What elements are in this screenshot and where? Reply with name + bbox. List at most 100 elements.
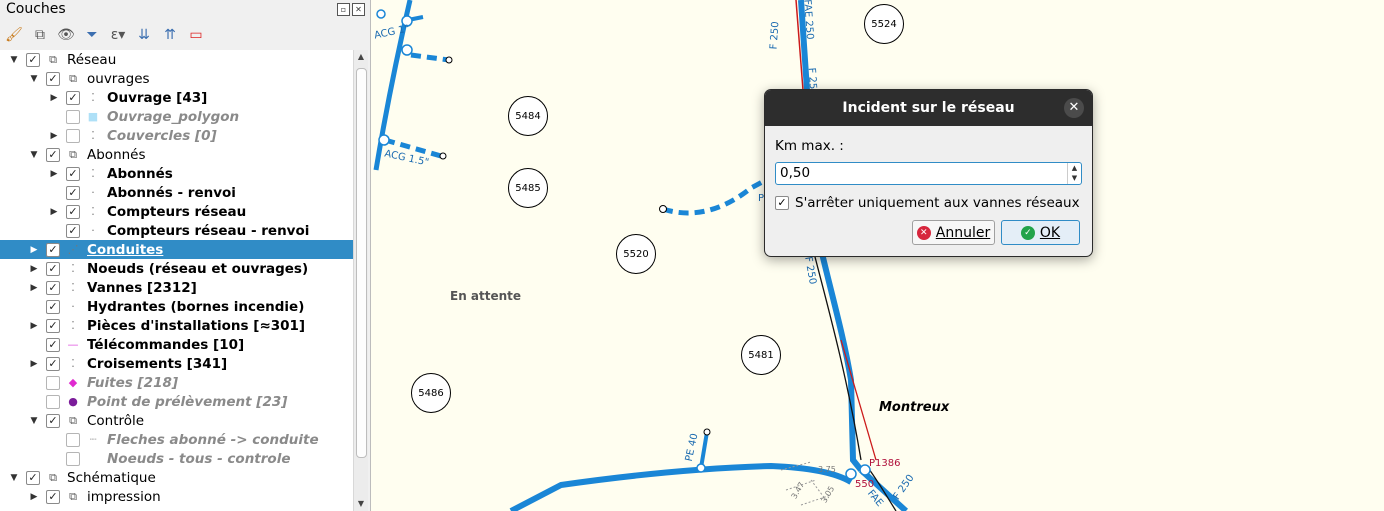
expand-arrow-icon[interactable]: ▶ bbox=[28, 321, 40, 331]
layer-visibility-checkbox[interactable]: ✓ bbox=[46, 337, 60, 352]
layer-label: Noeuds - tous - controle bbox=[107, 450, 291, 467]
collapse-arrow-icon[interactable]: ▼ bbox=[8, 55, 20, 65]
ok-button[interactable]: ✓ OK bbox=[1001, 220, 1080, 245]
layer-visibility-checkbox[interactable]: ✓ bbox=[26, 470, 40, 485]
layer-row[interactable]: ◆ Fuites [218] bbox=[0, 373, 353, 392]
layer-row[interactable]: ┈ Fleches abonné -> conduite bbox=[0, 430, 353, 449]
chamber-bubble[interactable]: 5485 bbox=[508, 168, 548, 208]
dotted-line-icon: ┈ bbox=[89, 433, 97, 446]
layer-visibility-checkbox[interactable]: ✓ bbox=[26, 52, 40, 67]
dialog-titlebar: Incident sur le réseau ✕ bbox=[765, 90, 1092, 126]
km-max-input[interactable] bbox=[776, 163, 1064, 182]
layer-visibility-checkbox[interactable]: ✓ bbox=[46, 280, 60, 295]
layer-visibility-checkbox[interactable]: ✓ bbox=[66, 166, 80, 181]
collapse-arrow-icon[interactable]: ▼ bbox=[28, 150, 40, 160]
expand-all-icon[interactable]: ⇊ bbox=[134, 26, 154, 44]
layer-visibility-checkbox[interactable] bbox=[66, 432, 80, 447]
scroll-up-icon[interactable]: ▲ bbox=[354, 50, 368, 64]
chamber-bubble[interactable]: 5484 bbox=[508, 96, 548, 136]
layer-label: Télécommandes [10] bbox=[87, 336, 245, 353]
layer-row[interactable]: ▶ ✓ ⋰ Conduites bbox=[0, 240, 353, 259]
layer-row[interactable]: ▶ ✓ ⁚ Compteurs réseau bbox=[0, 202, 353, 221]
layer-row[interactable]: ▼ ✓ ⧉ Schématique bbox=[0, 468, 353, 487]
layer-visibility-checkbox[interactable]: ✓ bbox=[46, 356, 60, 371]
layer-row[interactable]: ✓ — Télécommandes [10] bbox=[0, 335, 353, 354]
expand-arrow-icon[interactable]: ▶ bbox=[28, 359, 40, 369]
dot-icon: · bbox=[91, 224, 95, 237]
filter-icon[interactable]: ⏷ bbox=[82, 26, 102, 44]
layer-row[interactable]: ▶ ✓ ⧉ impression bbox=[0, 487, 353, 506]
close-icon[interactable]: ✕ bbox=[1064, 98, 1084, 118]
collapse-arrow-icon[interactable]: ▼ bbox=[8, 473, 20, 483]
spin-up-icon[interactable]: ▲ bbox=[1068, 163, 1081, 173]
layer-visibility-checkbox[interactable] bbox=[66, 128, 80, 143]
layer-row[interactable]: ✓ · Abonnés - renvoi bbox=[0, 183, 353, 202]
layer-row[interactable]: ▼ ✓ ⧉ Abonnés bbox=[0, 145, 353, 164]
layer-tree-scrollbar[interactable]: ▲ ▼ bbox=[353, 50, 368, 511]
layer-row[interactable]: ● Point de prélèvement [23] bbox=[0, 392, 353, 411]
layer-visibility-checkbox[interactable]: ✓ bbox=[46, 318, 60, 333]
layer-row[interactable]: ▼ ✓ ⧉ ouvrages bbox=[0, 69, 353, 88]
chamber-bubble[interactable]: 5481 bbox=[741, 335, 781, 375]
layer-label: Contrôle bbox=[87, 412, 145, 429]
chamber-bubble[interactable]: 5486 bbox=[411, 373, 451, 413]
layer-visibility-checkbox[interactable]: ✓ bbox=[66, 185, 80, 200]
layer-visibility-checkbox[interactable]: ✓ bbox=[66, 223, 80, 238]
layer-row[interactable]: ▶ ✓ ⁚ Pièces d'installations [≈301] bbox=[0, 316, 353, 335]
layer-visibility-checkbox[interactable] bbox=[46, 394, 60, 409]
layer-row[interactable]: ▼ ✓ ⧉ Contrôle bbox=[0, 411, 353, 430]
layer-visibility-checkbox[interactable]: ✓ bbox=[46, 261, 60, 276]
layer-visibility-checkbox[interactable]: ✓ bbox=[46, 147, 60, 162]
expand-arrow-icon[interactable]: ▶ bbox=[28, 492, 40, 502]
expand-arrow-icon[interactable]: ▶ bbox=[48, 207, 60, 217]
add-group-icon[interactable]: ⧉ bbox=[30, 26, 50, 44]
spin-down-icon[interactable]: ▼ bbox=[1068, 173, 1081, 183]
close-icon[interactable]: ✕ bbox=[352, 3, 365, 16]
expand-arrow-icon[interactable]: ▶ bbox=[28, 283, 40, 293]
collapse-all-icon[interactable]: ⇈ bbox=[160, 26, 180, 44]
scrollbar-thumb[interactable] bbox=[356, 68, 367, 458]
layer-row[interactable]: ▶ ⁚ Couvercles [0] bbox=[0, 126, 353, 145]
cancel-button[interactable]: ✕ Annuler bbox=[912, 220, 995, 245]
point-layer-icon: ⁚ bbox=[91, 129, 95, 142]
layer-row[interactable]: ■ Ouvrage_polygon bbox=[0, 107, 353, 126]
stop-at-valves-checkbox[interactable]: ✓ S'arrêter uniquement aux vannes réseau… bbox=[775, 195, 1080, 211]
layer-visibility-checkbox[interactable]: ✓ bbox=[46, 489, 60, 504]
km-max-spinbox[interactable]: ▲ ▼ bbox=[775, 162, 1082, 185]
checkmark-icon[interactable]: ✓ bbox=[775, 196, 789, 210]
scroll-down-icon[interactable]: ▼ bbox=[354, 497, 368, 511]
layer-visibility-checkbox[interactable]: ✓ bbox=[46, 242, 60, 257]
paint-brush-icon[interactable]: 🖌 bbox=[4, 26, 24, 44]
layer-visibility-checkbox[interactable]: ✓ bbox=[46, 299, 60, 314]
expand-arrow-icon[interactable]: ▶ bbox=[48, 131, 60, 141]
layer-visibility-checkbox[interactable]: ✓ bbox=[66, 204, 80, 219]
layer-visibility-checkbox[interactable]: ✓ bbox=[46, 413, 60, 428]
expression-filter-icon[interactable]: ε▾ bbox=[108, 26, 128, 44]
layer-visibility-checkbox[interactable] bbox=[46, 375, 60, 390]
layer-row[interactable]: ▶ ✓ ⁚ Noeuds (réseau et ouvrages) bbox=[0, 259, 353, 278]
collapse-arrow-icon[interactable]: ▼ bbox=[28, 74, 40, 84]
layer-row[interactable]: ▶ ✓ ⁚ Abonnés bbox=[0, 164, 353, 183]
layer-row[interactable]: ✓ · Hydrantes (bornes incendie) bbox=[0, 297, 353, 316]
layer-row[interactable]: ▶ ✓ ⁚ Vannes [2312] bbox=[0, 278, 353, 297]
chamber-bubble[interactable]: 5520 bbox=[616, 234, 656, 274]
node-label: P1386 bbox=[869, 458, 901, 469]
layer-row[interactable]: ✓ · Compteurs réseau - renvoi bbox=[0, 221, 353, 240]
expand-arrow-icon[interactable]: ▶ bbox=[28, 245, 40, 255]
layer-visibility-checkbox[interactable]: ✓ bbox=[46, 71, 60, 86]
chamber-bubble[interactable]: 5524 bbox=[864, 4, 904, 44]
expand-arrow-icon[interactable]: ▶ bbox=[48, 93, 60, 103]
layer-row[interactable]: ▶ ✓ ⁚ Croisements [341] bbox=[0, 354, 353, 373]
remove-layer-icon[interactable]: ▭ bbox=[186, 26, 206, 44]
eye-icon[interactable]: 👁 bbox=[56, 26, 76, 44]
expand-arrow-icon[interactable]: ▶ bbox=[28, 264, 40, 274]
collapse-arrow-icon[interactable]: ▼ bbox=[28, 416, 40, 426]
layer-row[interactable]: ▶ ✓ ⁚ Ouvrage [43] bbox=[0, 88, 353, 107]
expand-arrow-icon[interactable]: ▶ bbox=[48, 169, 60, 179]
layer-row[interactable]: Noeuds - tous - controle bbox=[0, 449, 353, 468]
layer-visibility-checkbox[interactable] bbox=[66, 451, 80, 466]
layer-row[interactable]: ▼ ✓ ⧉ Réseau bbox=[0, 50, 353, 69]
layer-visibility-checkbox[interactable] bbox=[66, 109, 80, 124]
layer-visibility-checkbox[interactable]: ✓ bbox=[66, 90, 80, 105]
float-icon[interactable]: ▫ bbox=[337, 3, 350, 16]
